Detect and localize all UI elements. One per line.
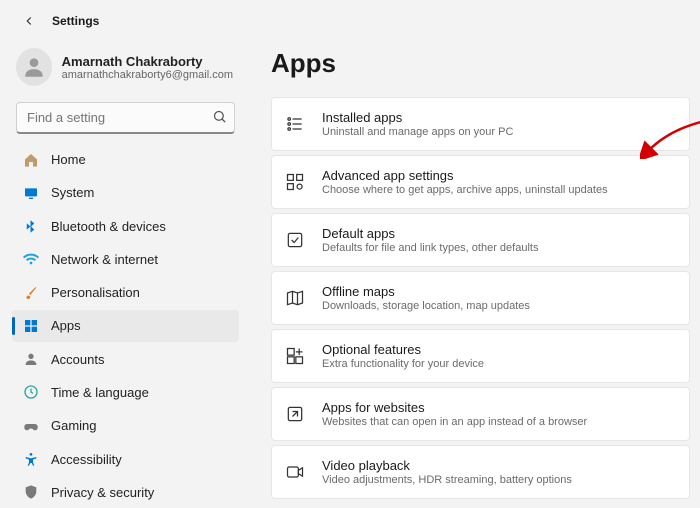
- sidebar-item-privacy[interactable]: Privacy & security: [12, 477, 239, 508]
- home-icon: [22, 151, 39, 168]
- video-icon: [284, 461, 306, 483]
- sidebar-item-label: Home: [51, 152, 86, 167]
- card-subtitle: Choose where to get apps, archive apps, …: [322, 184, 608, 196]
- advanced-settings-icon: [284, 171, 306, 193]
- time-icon: [22, 384, 39, 401]
- card-subtitle: Defaults for file and link types, other …: [322, 242, 538, 254]
- sidebar-item-network[interactable]: Network & internet: [12, 244, 239, 275]
- sidebar-item-label: Accounts: [51, 352, 104, 367]
- card-default-apps[interactable]: Default apps Defaults for file and link …: [271, 213, 690, 267]
- installed-apps-icon: [284, 113, 306, 135]
- card-title: Optional features: [322, 342, 484, 357]
- sidebar-item-label: Accessibility: [51, 452, 122, 467]
- profile-block[interactable]: Amarnath Chakraborty amarnathchakraborty…: [12, 38, 239, 100]
- card-subtitle: Downloads, storage location, map updates: [322, 300, 530, 312]
- accessibility-icon: [22, 451, 39, 468]
- sidebar-item-accounts[interactable]: Accounts: [12, 344, 239, 375]
- card-advanced-app-settings[interactable]: Advanced app settings Choose where to ge…: [271, 155, 690, 209]
- profile-email: amarnathchakraborty6@gmail.com: [62, 69, 233, 81]
- sidebar-item-label: Bluetooth & devices: [51, 219, 166, 234]
- brush-icon: [22, 284, 39, 301]
- card-installed-apps[interactable]: Installed apps Uninstall and manage apps…: [271, 97, 690, 151]
- gaming-icon: [22, 417, 39, 434]
- sidebar-item-label: Gaming: [51, 418, 97, 433]
- sidebar-item-time-language[interactable]: Time & language: [12, 377, 239, 408]
- sidebar-item-personalisation[interactable]: Personalisation: [12, 277, 239, 308]
- optional-features-icon: [284, 345, 306, 367]
- sidebar-item-label: System: [51, 185, 94, 200]
- shield-icon: [22, 484, 39, 501]
- back-button[interactable]: [20, 12, 38, 30]
- card-apps-for-websites[interactable]: Apps for websites Websites that can open…: [271, 387, 690, 441]
- card-subtitle: Uninstall and manage apps on your PC: [322, 126, 513, 138]
- sidebar-item-system[interactable]: System: [12, 177, 239, 208]
- apps-websites-icon: [284, 403, 306, 425]
- sidebar-item-gaming[interactable]: Gaming: [12, 410, 239, 441]
- page-title: Apps: [271, 48, 690, 79]
- profile-name: Amarnath Chakraborty: [62, 54, 233, 69]
- sidebar-item-accessibility[interactable]: Accessibility: [12, 443, 239, 474]
- sidebar-item-label: Privacy & security: [51, 485, 154, 500]
- sidebar-item-label: Time & language: [51, 385, 149, 400]
- sidebar-item-home[interactable]: Home: [12, 144, 239, 175]
- card-title: Advanced app settings: [322, 168, 608, 183]
- sidebar-item-bluetooth[interactable]: Bluetooth & devices: [12, 211, 239, 242]
- card-optional-features[interactable]: Optional features Extra functionality fo…: [271, 329, 690, 383]
- search-icon: [212, 109, 227, 127]
- sidebar-item-label: Apps: [51, 318, 81, 333]
- card-title: Installed apps: [322, 110, 513, 125]
- avatar: [16, 48, 52, 86]
- card-title: Video playback: [322, 458, 572, 473]
- card-subtitle: Video adjustments, HDR streaming, batter…: [322, 474, 572, 486]
- card-offline-maps[interactable]: Offline maps Downloads, storage location…: [271, 271, 690, 325]
- apps-icon: [22, 317, 39, 334]
- card-title: Apps for websites: [322, 400, 587, 415]
- sidebar-item-apps[interactable]: Apps: [12, 310, 239, 341]
- search-input[interactable]: [16, 102, 235, 134]
- sidebar-item-label: Network & internet: [51, 252, 158, 267]
- system-icon: [22, 184, 39, 201]
- window-title: Settings: [52, 14, 99, 28]
- card-title: Default apps: [322, 226, 538, 241]
- card-video-playback[interactable]: Video playback Video adjustments, HDR st…: [271, 445, 690, 499]
- default-apps-icon: [284, 229, 306, 251]
- map-icon: [284, 287, 306, 309]
- card-subtitle: Websites that can open in an app instead…: [322, 416, 587, 428]
- search-container: [16, 102, 235, 134]
- bluetooth-icon: [22, 218, 39, 235]
- wifi-icon: [22, 251, 39, 268]
- card-subtitle: Extra functionality for your device: [322, 358, 484, 370]
- sidebar-item-label: Personalisation: [51, 285, 140, 300]
- accounts-icon: [22, 351, 39, 368]
- card-title: Offline maps: [322, 284, 530, 299]
